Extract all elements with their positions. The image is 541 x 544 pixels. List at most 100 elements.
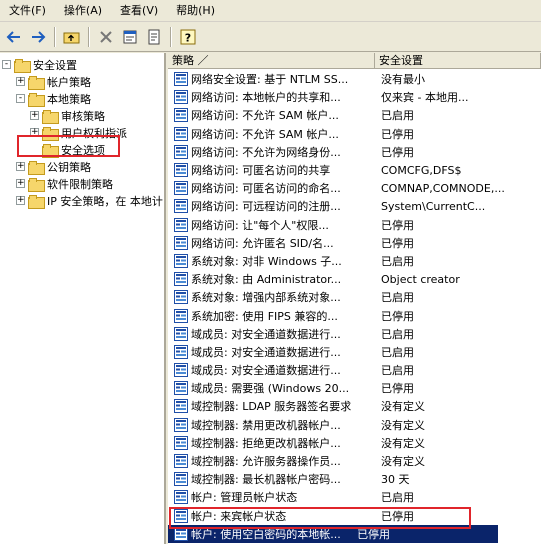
expand-icon[interactable]: + [16, 179, 25, 188]
tree-account-policies[interactable]: + 帐户策略 [16, 73, 91, 90]
policy-icon [174, 126, 188, 141]
policy-row[interactable]: 帐户: 使用空白密码的本地帐... 已停用 [168, 524, 498, 543]
tree-user-rights[interactable]: + 用户权利指派 [30, 124, 127, 141]
policy-row[interactable]: 网络访问: 让"每个人"权限... 已停用 [168, 216, 541, 234]
forward-arrow-icon[interactable] [26, 26, 50, 48]
collapse-icon[interactable]: - [16, 94, 25, 103]
security-setting-value: 没有定义 [381, 418, 425, 432]
policy-row[interactable]: 域控制器: LDAP 服务器签名要求 没有定义 [168, 397, 541, 415]
policy-row[interactable]: 网络安全设置: 基于 NTLM SS... 没有最小 [168, 70, 541, 88]
policy-icon [174, 490, 188, 505]
policy-row[interactable]: 网络访问: 不允许 SAM 帐户... 已启用 [168, 106, 541, 124]
toolbar-separator [54, 26, 56, 47]
policy-row[interactable]: 域控制器: 允许服务器操作员... 没有定义 [168, 452, 541, 470]
up-folder-icon[interactable] [60, 26, 84, 48]
policy-icon [174, 90, 188, 105]
policy-row[interactable]: 域控制器: 拒绝更改机器帐户... 没有定义 [168, 434, 541, 452]
export-list-icon[interactable] [142, 26, 166, 48]
policy-name: 域成员: 需要强 (Windows 20... [191, 382, 350, 396]
help-icon[interactable]: ? [176, 26, 200, 48]
policy-row[interactable]: 网络访问: 不允许为网络身份... 已停用 [168, 143, 541, 161]
svg-text:?: ? [185, 31, 191, 44]
policy-cell: 网络访问: 允许匿名 SID/名... [168, 235, 375, 251]
tree-label: 本地策略 [47, 92, 91, 106]
policy-cell: 网络访问: 不允许为网络身份... [168, 144, 375, 160]
policy-cell: 系统加密: 使用 FIPS 兼容的... [168, 308, 375, 324]
policy-row[interactable]: 域成员: 对安全通道数据进行... 已启用 [168, 361, 541, 379]
tree-security-options[interactable]: 安全选项 [30, 141, 105, 158]
policy-icon [174, 381, 188, 396]
policy-row[interactable]: 系统加密: 使用 FIPS 兼容的... 已停用 [168, 306, 541, 324]
properties-icon[interactable] [118, 26, 142, 48]
policy-name: 帐户: 来宾帐户状态 [191, 509, 287, 523]
policy-cell: 网络访问: 可远程访问的注册... [168, 198, 375, 214]
policy-icon [174, 508, 188, 523]
policy-row[interactable]: 网络访问: 可匿名访问的共享 COMCFG,DFS$ [168, 161, 541, 179]
tree-label: 审核策略 [61, 109, 105, 123]
expand-icon[interactable]: + [16, 77, 25, 86]
policy-cell: 域控制器: 禁用更改机器帐户... [168, 417, 375, 433]
policy-cell: 系统对象: 增强内部系统对象... [168, 289, 375, 305]
expand-icon[interactable]: + [16, 162, 25, 171]
policy-cell: 域成员: 需要强 (Windows 20... [168, 380, 375, 396]
policy-name: 域控制器: 拒绝更改机器帐户... [191, 436, 341, 450]
policy-cell: 域控制器: LDAP 服务器签名要求 [168, 398, 375, 414]
security-setting-value: 已启用 [381, 345, 414, 359]
policy-name: 网络访问: 让"每个人"权限... [191, 218, 329, 232]
policy-row[interactable]: 域控制器: 禁用更改机器帐户... 没有定义 [168, 416, 541, 434]
policy-row[interactable]: 域成员: 对安全通道数据进行... 已启用 [168, 325, 541, 343]
policy-name: 域成员: 对安全通道数据进行... [191, 327, 341, 341]
menu-action[interactable]: 操作(A) [55, 0, 111, 22]
security-setting-value: 已启用 [381, 491, 414, 505]
column-header-policy[interactable]: 策略 ／ [168, 53, 375, 69]
folder-icon [28, 177, 45, 192]
tree-audit-policy[interactable]: + 审核策略 [30, 107, 105, 124]
tree-security-settings[interactable]: - 安全设置 [2, 56, 77, 73]
policy-cell: 网络访问: 不允许 SAM 帐户... [168, 107, 375, 123]
policy-cell: 系统对象: 由 Administrator... [168, 271, 375, 287]
policy-row[interactable]: 域成员: 需要强 (Windows 20... 已停用 [168, 379, 541, 397]
menu-file[interactable]: 文件(F) [0, 0, 55, 22]
policy-icon [174, 363, 188, 378]
policy-row[interactable]: 帐户: 来宾帐户状态 已停用 [168, 507, 541, 525]
security-settings-icon [14, 58, 31, 73]
policy-icon [174, 290, 188, 305]
tree-public-key-policies[interactable]: + 公钥策略 [16, 158, 91, 175]
policy-name: 域控制器: 最长机器帐户密码... [191, 473, 341, 487]
security-setting-value: 已停用 [381, 218, 414, 232]
policy-row[interactable]: 系统对象: 增强内部系统对象... 已启用 [168, 288, 541, 306]
folder-icon [42, 126, 59, 141]
policy-icon [174, 454, 188, 469]
menu-view[interactable]: 查看(V) [111, 0, 167, 22]
folder-icon [42, 109, 59, 124]
collapse-icon[interactable]: - [2, 60, 11, 69]
expand-icon[interactable]: + [30, 128, 39, 137]
tree-software-restriction[interactable]: + 软件限制策略 [16, 175, 113, 192]
policy-row[interactable]: 网络访问: 可匿名访问的命名... COMNAP,COMNODE,... [168, 179, 541, 197]
policy-row[interactable]: 域成员: 对安全通道数据进行... 已启用 [168, 343, 541, 361]
policy-row[interactable]: 网络访问: 不允许 SAM 帐户... 已停用 [168, 125, 541, 143]
policy-row[interactable]: 域控制器: 最长机器帐户密码... 30 天 [168, 470, 541, 488]
tree-local-policies[interactable]: - 本地策略 [16, 90, 91, 107]
policy-name: 系统对象: 由 Administrator... [191, 273, 342, 287]
policy-icon [174, 181, 188, 196]
delete-icon[interactable] [94, 26, 118, 48]
expand-icon[interactable]: + [30, 111, 39, 120]
back-arrow-icon[interactable] [2, 26, 26, 48]
policy-cell: 系统对象: 对非 Windows 子... [168, 253, 375, 269]
policy-row[interactable]: 系统对象: 由 Administrator... Object creator [168, 270, 541, 288]
policy-row[interactable]: 网络访问: 本地帐户的共享和... 仅来宾 - 本地用... [168, 88, 541, 106]
policy-cell: 域控制器: 拒绝更改机器帐户... [168, 435, 375, 451]
menu-help[interactable]: 帮助(H) [167, 0, 224, 22]
policy-icon [174, 217, 188, 232]
policy-row[interactable]: 网络访问: 可远程访问的注册... System\CurrentC... [168, 197, 541, 215]
policy-row[interactable]: 网络访问: 允许匿名 SID/名... 已停用 [168, 234, 541, 252]
tree-ip-security[interactable]: + IP 安全策略，在 本地计 [16, 192, 163, 209]
policy-name: 网络访问: 本地帐户的共享和... [191, 91, 341, 105]
policy-row[interactable]: 系统对象: 对非 Windows 子... 已启用 [168, 252, 541, 270]
policy-row[interactable]: 帐户: 管理员帐户状态 已启用 [168, 488, 541, 506]
column-header-setting[interactable]: 安全设置 [375, 53, 541, 69]
security-setting-value: 已启用 [381, 291, 414, 305]
expand-icon[interactable]: + [16, 196, 25, 205]
folder-icon [42, 143, 59, 158]
